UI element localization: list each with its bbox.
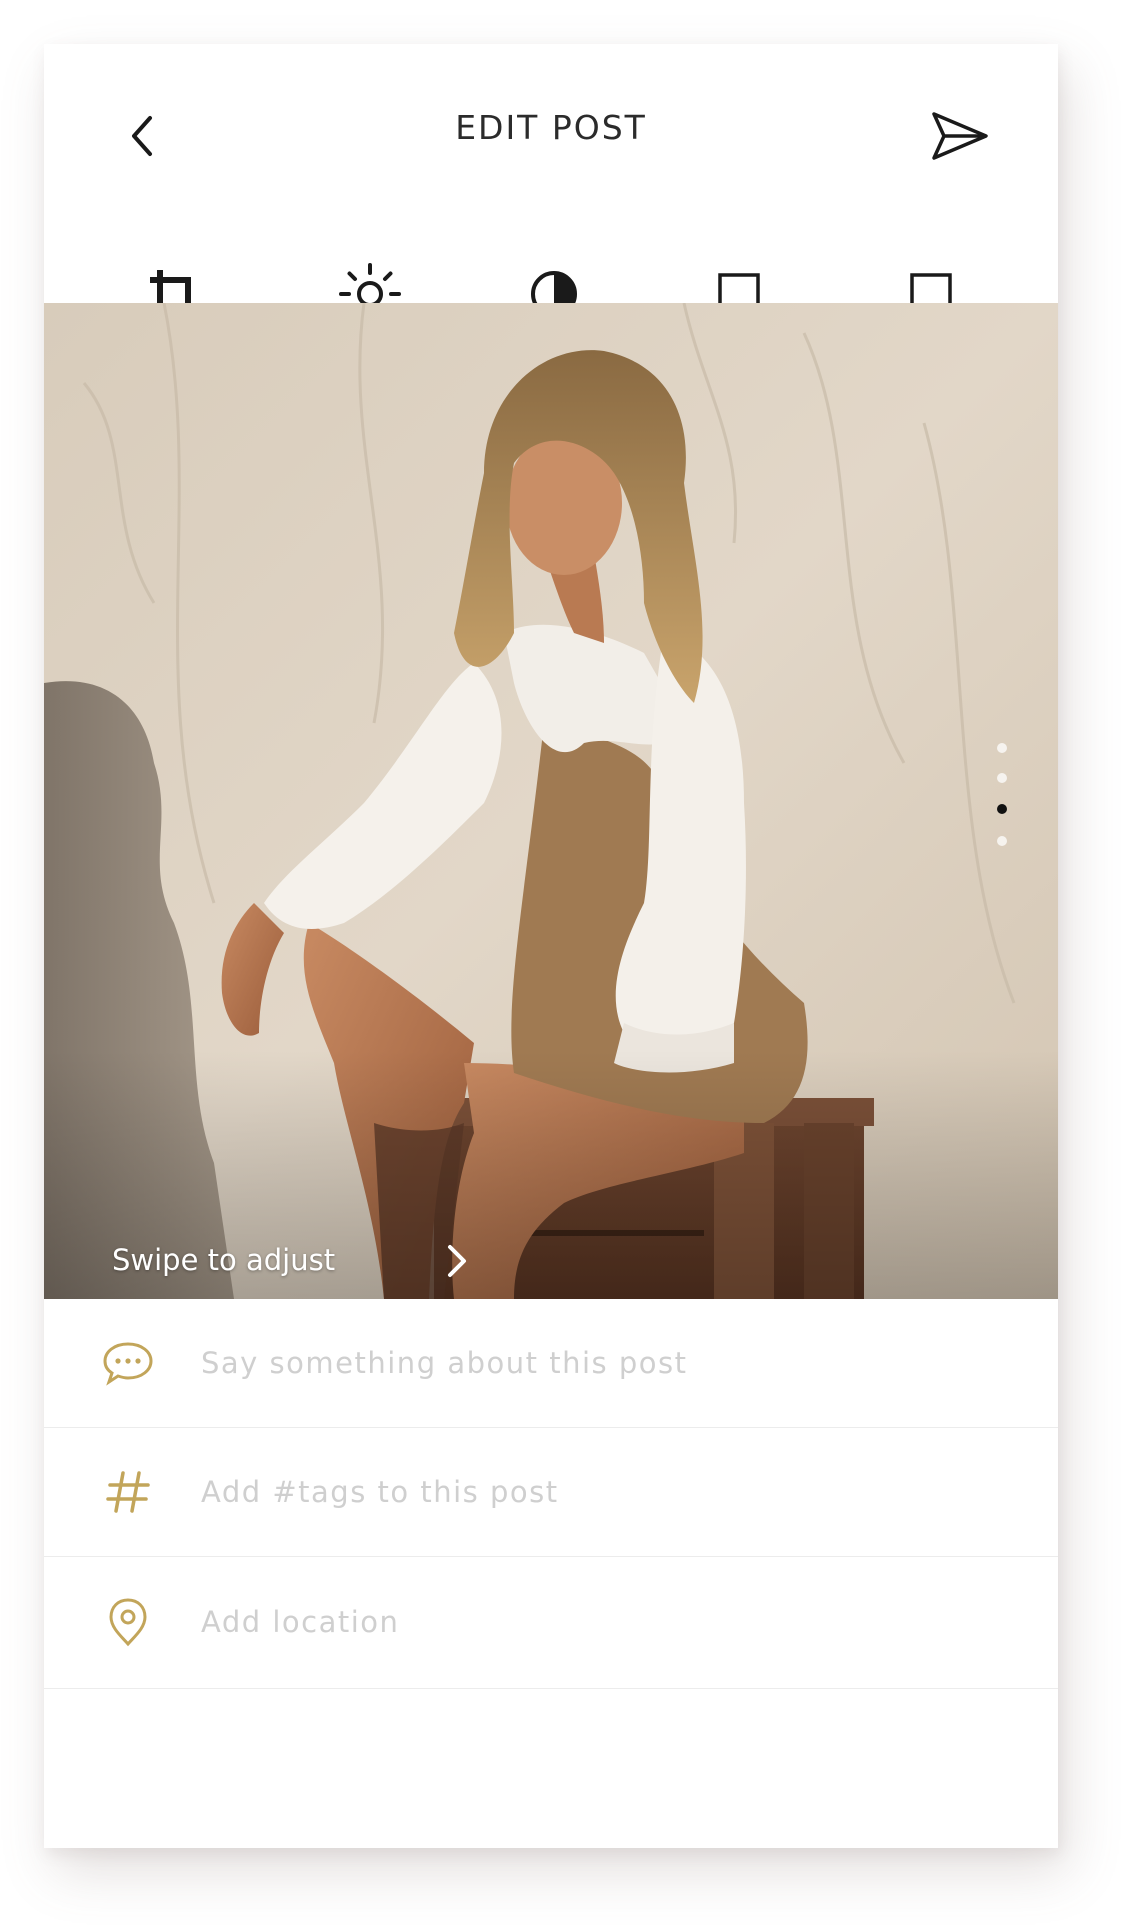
location-row [44, 1558, 1058, 1689]
post-photo[interactable]: Swipe to adjust [44, 303, 1058, 1299]
send-button[interactable] [922, 100, 998, 172]
tags-row [44, 1428, 1058, 1557]
location-pin-icon [102, 1596, 154, 1648]
page-dot[interactable] [997, 836, 1007, 846]
chat-bubble-icon [102, 1337, 154, 1389]
page-title: EDIT POST [455, 108, 647, 147]
caption-row [44, 1299, 1058, 1428]
tags-input[interactable] [199, 1458, 1003, 1526]
page-dot-active[interactable] [997, 804, 1007, 814]
hashtag-icon [102, 1466, 154, 1518]
page-dot[interactable] [997, 773, 1007, 783]
page-indicator [992, 743, 1012, 863]
swipe-hint: Swipe to adjust [112, 1243, 336, 1277]
caption-input[interactable] [199, 1329, 1003, 1397]
swipe-arrow-button[interactable] [436, 1241, 476, 1281]
send-icon [932, 112, 988, 160]
header: EDIT POST [44, 44, 1058, 214]
edit-post-screen: EDIT POST Swipe to adjust Say something … [44, 44, 1058, 1848]
page-dot[interactable] [997, 743, 1007, 753]
model-photo-illustration [44, 303, 1058, 1299]
chevron-right-icon [448, 1245, 466, 1277]
location-input[interactable] [199, 1588, 1003, 1656]
